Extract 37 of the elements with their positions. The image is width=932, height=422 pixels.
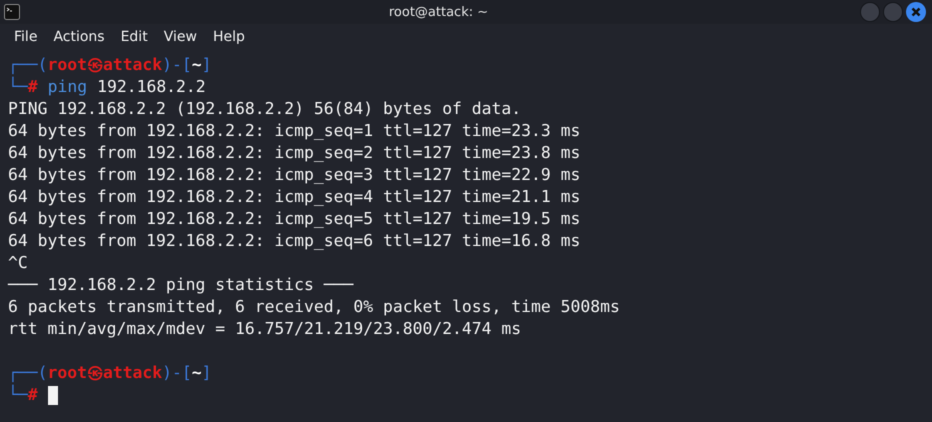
prompt-symbol: # (28, 385, 38, 406)
window-title: root@attack: ~ (388, 4, 490, 20)
menu-item[interactable]: View (156, 29, 205, 45)
command-argument: 192.168.2.2 (97, 76, 206, 98)
terminal-icon (4, 4, 20, 20)
output-line: 64 bytes from 192.168.2.2: icmp_seq=2 ttl=127 time=23.8 ms (8, 142, 580, 164)
output-line: rtt min/avg/max/mdev = 16.757/21.219/23.800/2.474 ms (8, 318, 522, 340)
menu-item[interactable]: Help (204, 29, 253, 45)
close-button[interactable] (906, 2, 926, 22)
output-line: 6 packets transmitted, 6 received, 0% packet loss, time 5008ms (8, 296, 620, 318)
output-line: ^C (8, 252, 28, 274)
prompt-user-host: root㉿attack (47, 54, 162, 76)
output-line: 64 bytes from 192.168.2.2: icmp_seq=6 ttl=127 time=16.8 ms (8, 230, 580, 252)
prompt-frame: ] (202, 54, 212, 76)
prompt-symbol: # (28, 77, 38, 98)
output-line: ─── 192.168.2.2 ping statistics ─── (8, 274, 354, 296)
output-line: PING 192.168.2.2 (192.168.2.2) 56(84) bytes of data. (8, 98, 522, 120)
output-line: 64 bytes from 192.168.2.2: icmp_seq=5 ttl=127 time=19.5 ms (8, 208, 580, 230)
prompt-frame: └─ (8, 384, 28, 406)
output-line: 64 bytes from 192.168.2.2: icmp_seq=4 ttl=127 time=21.1 ms (8, 186, 580, 208)
text-cursor (48, 386, 58, 404)
prompt-directory: ~ (192, 54, 202, 76)
prompt-frame: ┌──( (8, 362, 48, 384)
menu-item[interactable]: File (6, 29, 46, 45)
prompt-user-host: root㉿attack (47, 362, 162, 384)
prompt-frame: └─ (8, 76, 28, 98)
output-line: 64 bytes from 192.168.2.2: icmp_seq=3 ttl=127 time=22.9 ms (8, 164, 580, 186)
command-name: ping (48, 76, 88, 98)
menu-item[interactable]: Actions (45, 29, 113, 45)
prompt-frame: ] (202, 362, 212, 384)
prompt-frame: ┌──( (8, 54, 48, 76)
prompt-directory: ~ (192, 362, 202, 384)
output-line: 64 bytes from 192.168.2.2: icmp_seq=1 ttl=127 time=23.3 ms (8, 120, 580, 142)
prompt-frame: )-[ (162, 54, 192, 76)
menu-item[interactable]: Edit (112, 29, 156, 45)
prompt-frame: )-[ (162, 362, 192, 384)
minimize-button[interactable] (860, 2, 880, 22)
